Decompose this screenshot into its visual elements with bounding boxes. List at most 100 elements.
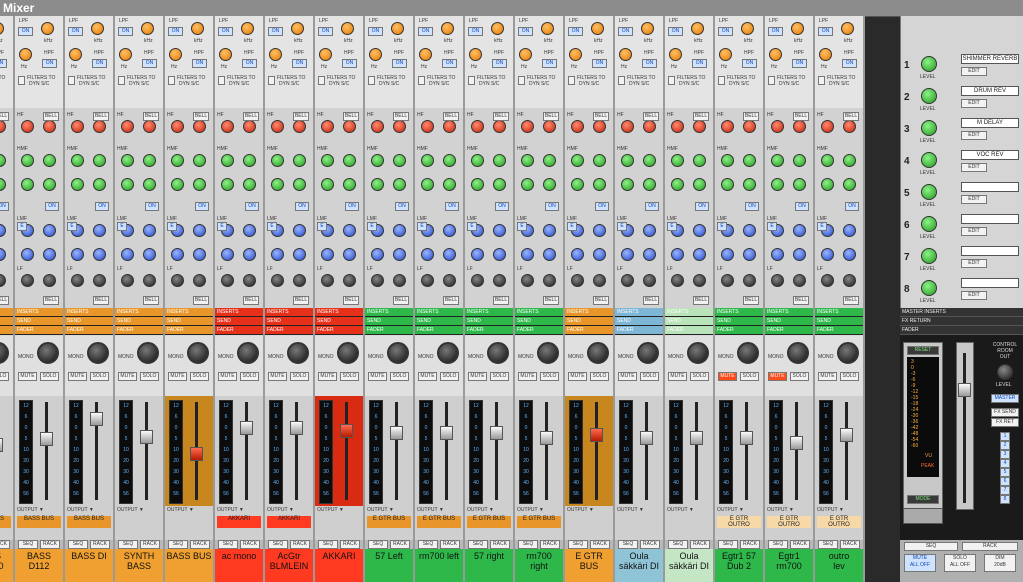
- pan-knob[interactable]: [387, 342, 409, 364]
- hf-gain-knob[interactable]: [571, 120, 584, 133]
- lpf-on-button[interactable]: ON: [718, 27, 733, 36]
- hf-bell-button[interactable]: BELL: [593, 112, 609, 121]
- fx-return-edit-button[interactable]: EDIT: [961, 291, 987, 300]
- send-bar[interactable]: SEND: [665, 317, 713, 326]
- lmf-freq-knob[interactable]: [93, 224, 106, 237]
- fader-handle[interactable]: [790, 436, 803, 450]
- lf-bell-button[interactable]: BELL: [593, 296, 609, 305]
- pan-knob[interactable]: [0, 342, 9, 364]
- lf-gain-knob[interactable]: [671, 274, 684, 287]
- hmf-on-button[interactable]: ON: [595, 202, 609, 211]
- send-bar[interactable]: SEND: [15, 317, 63, 326]
- hmf-freq-knob[interactable]: [493, 154, 506, 167]
- q-gain-knob[interactable]: [671, 178, 684, 191]
- hmf-on-button[interactable]: ON: [45, 202, 59, 211]
- seq-button[interactable]: SEQ: [818, 540, 838, 549]
- filters-dyn-checkbox[interactable]: [618, 76, 625, 85]
- inserts-bar[interactable]: INSERTS: [415, 308, 463, 317]
- fader-handle[interactable]: [740, 431, 753, 445]
- hpf-freq-knob[interactable]: [769, 48, 782, 61]
- hpf-on-button[interactable]: ON: [242, 59, 257, 68]
- reset-button[interactable]: RESET: [907, 346, 939, 355]
- fx-return-edit-button[interactable]: EDIT: [961, 131, 987, 140]
- lpf-on-button[interactable]: ON: [518, 27, 533, 36]
- q-gain-knob[interactable]: [671, 248, 684, 261]
- fx-return-edit-button[interactable]: EDIT: [961, 67, 987, 76]
- hmf-freq-knob[interactable]: [743, 154, 756, 167]
- q-freq-knob[interactable]: [343, 178, 356, 191]
- lmf-freq-knob[interactable]: [293, 224, 306, 237]
- filters-dyn-checkbox[interactable]: [68, 76, 75, 85]
- lf-bell-button[interactable]: BELL: [193, 296, 209, 305]
- fx-return-level-knob[interactable]: [921, 280, 937, 296]
- hpf-on-button[interactable]: ON: [92, 59, 107, 68]
- lmf-freq-knob[interactable]: [143, 224, 156, 237]
- hmf-on-button[interactable]: ON: [645, 202, 659, 211]
- output-destination[interactable]: [567, 516, 611, 528]
- channel-name[interactable]: Oula säkkäri DI: [615, 549, 663, 582]
- hf-freq-knob[interactable]: [793, 120, 806, 133]
- control-room-source-button[interactable]: 6: [1000, 477, 1010, 486]
- send-bar[interactable]: SEND: [0, 317, 13, 326]
- q-freq-knob[interactable]: [443, 178, 456, 191]
- send-bar[interactable]: SEND: [215, 317, 263, 326]
- solo-button[interactable]: SOLO: [240, 372, 259, 381]
- control-room-source-button[interactable]: 4: [1000, 459, 1010, 468]
- seq-button[interactable]: SEQ: [168, 540, 188, 549]
- inserts-bar[interactable]: INSERTS: [465, 308, 513, 317]
- q-gain-knob[interactable]: [171, 248, 184, 261]
- fader-handle[interactable]: [340, 424, 353, 438]
- control-room-level-knob[interactable]: [997, 364, 1013, 380]
- channel-name[interactable]: ac mono: [215, 549, 263, 582]
- lf-freq-knob[interactable]: [343, 274, 356, 287]
- fader-handle[interactable]: [490, 426, 503, 440]
- inserts-bar[interactable]: INSERTS: [365, 308, 413, 317]
- fader-handle[interactable]: [290, 421, 303, 435]
- q-gain-knob[interactable]: [71, 248, 84, 261]
- lpf-on-button[interactable]: ON: [118, 27, 133, 36]
- lpf-freq-knob[interactable]: [491, 22, 504, 35]
- inserts-bar[interactable]: INSERTS: [165, 308, 213, 317]
- lf-bell-button[interactable]: BELL: [493, 296, 509, 305]
- q-freq-knob[interactable]: [493, 178, 506, 191]
- q-gain-knob[interactable]: [421, 248, 434, 261]
- lf-bell-button[interactable]: BELL: [693, 296, 709, 305]
- fx-ret-button[interactable]: FX RET: [991, 418, 1019, 427]
- hmf-freq-knob[interactable]: [843, 154, 856, 167]
- seq-button[interactable]: SEQ: [568, 540, 588, 549]
- hpf-freq-knob[interactable]: [719, 48, 732, 61]
- lpf-on-button[interactable]: ON: [368, 27, 383, 36]
- output-destination[interactable]: [617, 516, 661, 528]
- control-room-source-button[interactable]: 5: [1000, 468, 1010, 477]
- control-room-source-button[interactable]: 8: [1000, 495, 1010, 504]
- q-freq-knob[interactable]: [143, 178, 156, 191]
- hpf-freq-knob[interactable]: [219, 48, 232, 61]
- solo-button[interactable]: SOLO: [740, 372, 759, 381]
- q-gain-knob[interactable]: [471, 178, 484, 191]
- q-gain-knob[interactable]: [721, 178, 734, 191]
- rack-button[interactable]: RACK: [140, 540, 160, 549]
- rack-button[interactable]: RACK: [640, 540, 660, 549]
- inserts-bar[interactable]: INSERTS: [615, 308, 663, 317]
- lf-bell-button[interactable]: BELL: [43, 296, 59, 305]
- send-bar[interactable]: SEND: [615, 317, 663, 326]
- lpf-on-button[interactable]: ON: [818, 27, 833, 36]
- fx-return-header[interactable]: FX RETURN: [900, 317, 1023, 326]
- q-freq-knob[interactable]: [843, 248, 856, 261]
- lpf-on-button[interactable]: ON: [568, 27, 583, 36]
- seq-button[interactable]: SEQ: [118, 540, 138, 549]
- rack-button[interactable]: RACK: [840, 540, 860, 549]
- output-destination[interactable]: E GTR BUS: [467, 516, 511, 528]
- hmf-freq-knob[interactable]: [793, 154, 806, 167]
- fx-return-edit-button[interactable]: EDIT: [961, 259, 987, 268]
- hmf-on-button[interactable]: ON: [195, 202, 209, 211]
- fx-return-level-knob[interactable]: [921, 152, 937, 168]
- lf-freq-knob[interactable]: [193, 274, 206, 287]
- hmf-gain-knob[interactable]: [71, 154, 84, 167]
- fx-return-device-name[interactable]: SHIMMER REVERB: [961, 54, 1019, 64]
- lpf-on-button[interactable]: ON: [168, 27, 183, 36]
- lf-bell-button[interactable]: BELL: [393, 296, 409, 305]
- mute-button[interactable]: MUTE: [268, 372, 287, 381]
- hf-bell-button[interactable]: BELL: [443, 112, 459, 121]
- eq-e-button[interactable]: E: [267, 222, 277, 231]
